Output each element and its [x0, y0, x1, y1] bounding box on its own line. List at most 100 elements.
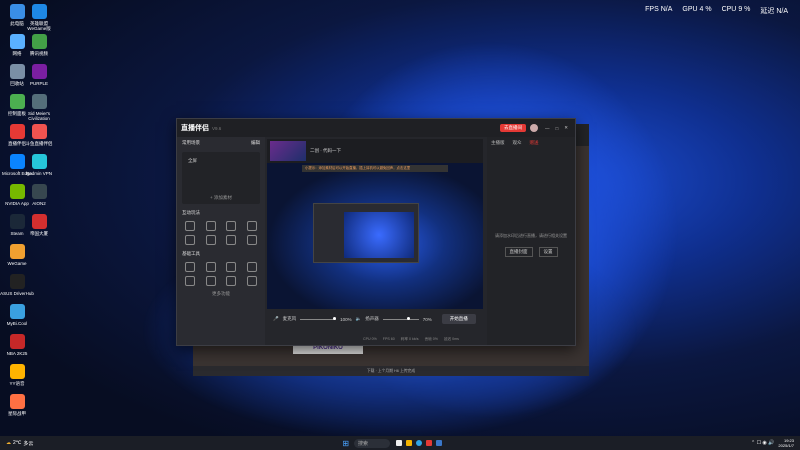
weather-icon[interactable]: ☁: [6, 440, 11, 446]
desktop-icon[interactable]: Radmin VPN: [22, 154, 56, 176]
live-companion-taskbar-icon[interactable]: [426, 440, 433, 446]
file-explorer-icon[interactable]: [406, 440, 413, 446]
desktop-icon[interactable]: 英雄联盟 WeGame版: [22, 4, 56, 31]
desktop-icon-label: 英雄联盟 WeGame版: [27, 21, 51, 31]
tool-button[interactable]: [243, 235, 262, 246]
scene-tab[interactable]: 常用场景: [182, 140, 200, 146]
desktop-icon-label: MyBi.Cool: [6, 321, 28, 326]
edge-icon[interactable]: [416, 440, 423, 446]
desktop-icon[interactable]: WeGame: [0, 244, 34, 266]
desktop-icon-label: PURPLE: [29, 81, 48, 86]
gpu-label: GPU: [682, 6, 698, 13]
scene-item-fullscreen[interactable]: 全屏: [182, 152, 260, 170]
nested-preview: [313, 203, 419, 263]
preview-notice[interactable]: 小提示：添加素材后可以开始直播，插上耳机可以避免回声，点击这里: [302, 165, 448, 172]
right-panel: 主播版 观众 赠送 请添加水印后进行直播，请进行相关设置 直播封面 设置: [487, 137, 575, 345]
basic-tools: [177, 260, 265, 289]
preview-thumbnail: [270, 141, 306, 161]
tools-section-title: 基础工具: [182, 251, 200, 256]
avatar[interactable]: [530, 124, 538, 132]
tool-button[interactable]: [181, 262, 200, 273]
steam-icon[interactable]: [436, 440, 443, 446]
right-panel-actions: 直播封面 设置: [487, 247, 575, 257]
desktop-icon[interactable]: 帝国大厦: [22, 214, 56, 236]
speaker-icon[interactable]: 🔈: [356, 316, 362, 322]
maximize-icon[interactable]: □: [556, 126, 559, 131]
mic-volume-slider[interactable]: [300, 317, 337, 320]
desktop-icon[interactable]: PURPLE: [22, 64, 56, 86]
desktop-icon[interactable]: ASUS DriverHub: [0, 274, 34, 296]
app-icon: [9, 364, 25, 379]
performance-overlay: FPS N/A GPU 4 % CPU 9 % 延迟 N/A: [645, 6, 788, 16]
desktop-icon-label: YY语音: [9, 381, 25, 386]
speaker-volume-value: 70%: [422, 316, 432, 322]
interactive-section-title: 互动玩法: [182, 210, 200, 215]
app-icon: [31, 184, 47, 199]
add-source-button[interactable]: + 添加素材: [182, 195, 260, 201]
settings-button[interactable]: 设置: [538, 247, 558, 257]
right-panel-message: 请添加水印后进行直播，请进行相关设置: [495, 233, 567, 238]
desktop-icon-label: 星际战甲: [8, 411, 26, 416]
desktop-icon[interactable]: Sid Meier's Civilization: [22, 94, 56, 121]
live-companion-window[interactable]: 直播伴侣 V9.6 去直播间 — □ ✕ 常用场景 编辑 全屏 + 添加素材 互…: [176, 118, 576, 346]
status-item: FPS 60: [382, 337, 395, 341]
desktop-icon[interactable]: NBA 2K25: [0, 334, 34, 356]
tool-button[interactable]: [181, 276, 200, 287]
more-tools-button[interactable]: 更多功能: [177, 291, 265, 297]
preview-header: 二创 · 代码一下: [267, 139, 483, 163]
audio-control-bar: 🎤 麦克风 100% 🔈 扬声器 70% 开始直播: [267, 309, 491, 329]
tool-button[interactable]: [222, 235, 241, 246]
speaker-volume-slider[interactable]: [382, 317, 419, 320]
desktop-icon[interactable]: MyBi.Cool: [0, 304, 34, 326]
tool-button[interactable]: [222, 221, 241, 232]
minimize-icon[interactable]: —: [545, 126, 550, 131]
taskbar-app-icon[interactable]: [396, 440, 403, 446]
tool-button[interactable]: [222, 262, 241, 273]
status-item: 延迟 0ms: [443, 336, 459, 341]
desktop-icon[interactable]: 腾讯视频: [22, 34, 56, 56]
desktop-icon-label: Sid Meier's Civilization: [27, 111, 51, 121]
desktop-icon[interactable]: 斗鱼直播伴侣: [22, 124, 56, 146]
tool-button[interactable]: [202, 276, 221, 287]
stream-preview[interactable]: 二创 · 代码一下 小提示：添加素材后可以开始直播，插上耳机可以避免回声，点击这…: [267, 139, 483, 309]
desktop-icon-label: 腾讯视频: [30, 51, 48, 56]
tab-host[interactable]: 主播版: [491, 140, 505, 146]
tab-audience[interactable]: 观众: [513, 140, 522, 146]
latency-value: N/A: [776, 8, 788, 15]
tool-button[interactable]: [181, 221, 200, 232]
status-item: CPU 0%: [363, 337, 377, 341]
tool-button[interactable]: [243, 276, 262, 287]
weather-temp: 2℃: [13, 440, 22, 446]
start-stream-button[interactable]: 开始直播: [441, 314, 476, 324]
tool-button[interactable]: [243, 262, 262, 273]
close-icon[interactable]: ✕: [564, 125, 568, 131]
cover-button[interactable]: 直播封面: [504, 247, 533, 257]
clock[interactable]: 19:23 2025/1/7: [778, 438, 794, 448]
preview-screen: 小提示：添加素材后可以开始直播，插上耳机可以避免回声，点击这里: [267, 163, 483, 309]
desktop-icon[interactable]: YY语音: [0, 364, 34, 386]
app-icon: [9, 334, 25, 349]
taskbar-search[interactable]: 搜索: [354, 438, 391, 448]
go-live-room-button[interactable]: 去直播间: [500, 124, 526, 132]
app-version: V9.6: [212, 125, 222, 131]
start-menu-icon[interactable]: ⊞: [342, 439, 349, 448]
tab-gifts[interactable]: 赠送: [530, 140, 539, 146]
mic-icon[interactable]: 🎤: [273, 316, 279, 322]
system-tray[interactable]: ⌃ ☐ ◉ 🔊: [751, 440, 774, 446]
app-icon: [31, 34, 47, 49]
desktop-icon-label: Radmin VPN: [25, 171, 52, 176]
latency-label: 延迟: [760, 8, 775, 15]
tool-button[interactable]: [181, 235, 200, 246]
scene-manage-button[interactable]: 编辑: [251, 140, 260, 146]
app-titlebar: 直播伴侣 V9.6 去直播间 — □ ✕: [177, 119, 575, 137]
tool-button[interactable]: [202, 235, 221, 246]
mic-volume-value: 100%: [340, 316, 352, 322]
tool-button[interactable]: [202, 221, 221, 232]
desktop-icon-label: NBA 2K25: [6, 351, 28, 356]
tool-button[interactable]: [202, 262, 221, 273]
desktop-icon[interactable]: AION2: [22, 184, 56, 206]
desktop-icon[interactable]: 星际战甲: [0, 394, 34, 416]
background-window-status: 下载 · 上个月期 H6 上传完成: [193, 366, 589, 376]
tool-button[interactable]: [243, 221, 262, 232]
tool-button[interactable]: [222, 276, 241, 287]
